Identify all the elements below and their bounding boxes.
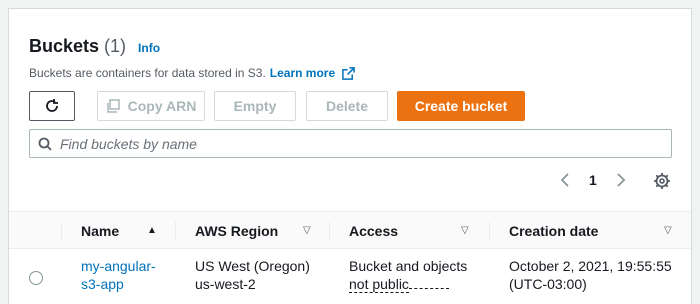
empty-button[interactable]: Empty [214,91,296,121]
gear-icon[interactable] [653,172,671,190]
column-header-label: Creation date [509,223,599,239]
region-cell: US West (Oregon) us-west-2 [195,257,310,293]
column-header-region[interactable]: AWS Region [195,212,278,250]
table-header: Name ▲ AWS Region ▽ Access ▽ Creation da… [9,211,691,249]
column-divider [61,222,62,240]
learn-more-label: Learn more [269,66,336,80]
create-bucket-label: Create bucket [414,98,508,114]
refresh-icon [46,99,58,112]
table-row: my-angular- s3-app US West (Oregon) us-w… [9,249,691,304]
sort-ascending-icon[interactable]: ▲ [147,225,157,236]
sort-icon[interactable]: ▽ [461,225,469,236]
access-text: Bucket and objects [349,258,468,274]
row-select-radio[interactable] [29,271,43,285]
search-icon [38,137,52,151]
panel-header: Buckets (1) Info [29,36,160,57]
bucket-count: (1) [104,36,127,56]
copy-arn-button[interactable]: Copy ARN [97,91,205,121]
column-divider [175,222,176,240]
refresh-button[interactable] [29,91,75,121]
access-cell: Bucket and objects not public [349,257,467,293]
search-input[interactable] [60,135,660,152]
copy-arn-label: Copy ARN [127,98,197,114]
sort-icon[interactable]: ▽ [303,225,311,236]
previous-page-button[interactable] [557,172,573,188]
panel-description: Buckets are containers for data stored i… [29,66,355,80]
column-divider [329,222,330,240]
access-text: not public [349,276,409,293]
region-name: US West (Oregon) [195,258,310,274]
column-header-label: Access [349,223,399,239]
copy-icon [106,99,120,113]
column-header-label: AWS Region [195,223,279,239]
bucket-name-text[interactable]: my-angular- [81,257,156,275]
next-page-button[interactable] [613,172,629,188]
page-title: Buckets [29,36,100,56]
current-page[interactable]: 1 [589,172,597,188]
region-code: us-west-2 [195,276,256,292]
description-text: Buckets are containers for data stored i… [29,66,266,80]
sort-icon[interactable]: ▽ [664,225,672,236]
chevron-left-icon [560,173,569,187]
column-header-label: Name [81,223,120,239]
empty-label: Empty [233,98,277,114]
bucket-name-text[interactable]: s3-app [81,275,156,293]
column-header-name[interactable]: Name [81,212,119,250]
buckets-panel: Buckets (1) Info Buckets are containers … [8,8,692,304]
pagination: 1 [557,172,629,188]
search-box[interactable] [29,129,672,158]
delete-button[interactable]: Delete [306,91,388,121]
access-underline [408,288,449,289]
info-link[interactable]: Info [138,41,160,55]
creation-date: October 2, 2021, 19:55:55 [509,258,672,274]
delete-label: Delete [325,98,369,114]
column-divider [489,222,490,240]
creation-timezone: (UTC-03:00) [509,276,587,292]
bucket-name-link[interactable]: my-angular- s3-app [81,257,156,293]
external-link-icon [342,66,355,80]
create-bucket-button[interactable]: Create bucket [397,91,525,121]
chevron-right-icon [617,173,626,187]
column-header-creation-date[interactable]: Creation date [509,212,598,250]
column-header-access[interactable]: Access [349,212,398,250]
learn-more-link[interactable]: Learn more [270,66,355,80]
creation-date-cell: October 2, 2021, 19:55:55 (UTC-03:00) [509,257,672,293]
